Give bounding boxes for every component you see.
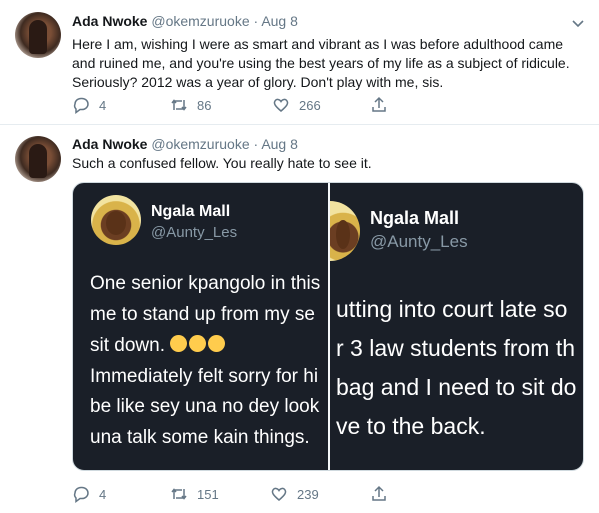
share-icon: [372, 96, 386, 112]
separator: ·: [253, 136, 259, 152]
like-count: 239: [297, 486, 319, 502]
embedded-author-name: Ngala Mall: [370, 208, 460, 228]
embedded-avatar: [91, 195, 141, 245]
tweet[interactable]: Ada Nwoke @okemzuruoke · Aug 8 Here I am…: [0, 0, 599, 124]
laughing-emoji-icon: [208, 335, 226, 352]
reply-button[interactable]: 4: [72, 96, 106, 114]
like-icon: [271, 487, 287, 501]
avatar[interactable]: [15, 12, 61, 58]
author-name[interactable]: Ada Nwoke: [72, 13, 147, 29]
reply-button[interactable]: 4: [72, 485, 106, 503]
avatar[interactable]: [15, 136, 61, 182]
author-handle[interactable]: @okemzuruoke: [151, 13, 249, 29]
author-name[interactable]: Ada Nwoke: [72, 136, 147, 152]
retweet-icon: [171, 99, 187, 111]
media-image-right[interactable]: Ngala Mall @Aunty_Les utting into court …: [330, 183, 583, 470]
like-icon: [273, 98, 289, 112]
tweet-header: Ada Nwoke @okemzuruoke · Aug 8: [72, 136, 298, 152]
share-button[interactable]: [370, 485, 388, 503]
embedded-author-handle: @Aunty_Les: [151, 224, 238, 241]
retweet-icon: [171, 488, 187, 500]
like-button[interactable]: 266: [272, 96, 321, 114]
media-image-left[interactable]: Ngala Mall @Aunty_Les One senior kpangol…: [73, 183, 329, 470]
reply-icon: [73, 97, 89, 114]
retweet-button[interactable]: 151: [170, 485, 219, 503]
tweet-header: Ada Nwoke @okemzuruoke · Aug 8: [72, 13, 298, 29]
laughing-emoji-icon: [189, 335, 207, 352]
embedded-text-line-content: sit down.: [90, 335, 165, 356]
reply-count: 4: [99, 486, 107, 502]
tweet-date[interactable]: Aug 8: [261, 13, 298, 29]
retweet-count: 86: [197, 97, 212, 113]
reply-count: 4: [99, 97, 107, 113]
embedded-text-line: be like sey una no dey look: [90, 396, 320, 417]
tweet-text: Here I am, wishing I were as smart and v…: [72, 36, 570, 90]
separator: ·: [253, 13, 259, 29]
tweet-text: Such a confused fellow. You really hate …: [72, 155, 372, 171]
share-icon: [372, 485, 386, 501]
laughing-emoji-icon: [170, 335, 188, 352]
reply-icon: [73, 486, 89, 503]
like-button[interactable]: 239: [270, 485, 319, 503]
embedded-text-line: utting into court late so: [336, 296, 568, 322]
embedded-text-line: sit down.: [90, 335, 227, 357]
retweet-button[interactable]: 86: [170, 96, 211, 114]
embedded-text-line: One senior kpangolo in this: [90, 273, 321, 294]
embedded-text-line: Immediately felt sorry for hi: [90, 366, 319, 387]
chevron-down-icon[interactable]: [571, 16, 585, 30]
embedded-text-line: bag and I need to sit do: [336, 374, 577, 400]
tweet[interactable]: Ada Nwoke @okemzuruoke · Aug 8 Such a co…: [0, 124, 599, 513]
author-handle[interactable]: @okemzuruoke: [151, 136, 249, 152]
embedded-author-handle: @Aunty_Les: [370, 232, 468, 251]
tweet-date[interactable]: Aug 8: [261, 136, 298, 152]
embedded-avatar: [330, 201, 360, 261]
retweet-count: 151: [197, 486, 219, 502]
embedded-text-line: me to stand up from my se: [90, 304, 315, 325]
embedded-text-line: r 3 law students from th: [336, 335, 576, 361]
embedded-text-line: una talk some kain things.: [90, 427, 310, 448]
embedded-text-line: ve to the back.: [336, 413, 486, 439]
embedded-author-name: Ngala Mall: [151, 203, 231, 220]
share-button[interactable]: [370, 96, 388, 114]
tweet-media[interactable]: Ngala Mall @Aunty_Les One senior kpangol…: [72, 182, 584, 471]
like-count: 266: [299, 97, 321, 113]
